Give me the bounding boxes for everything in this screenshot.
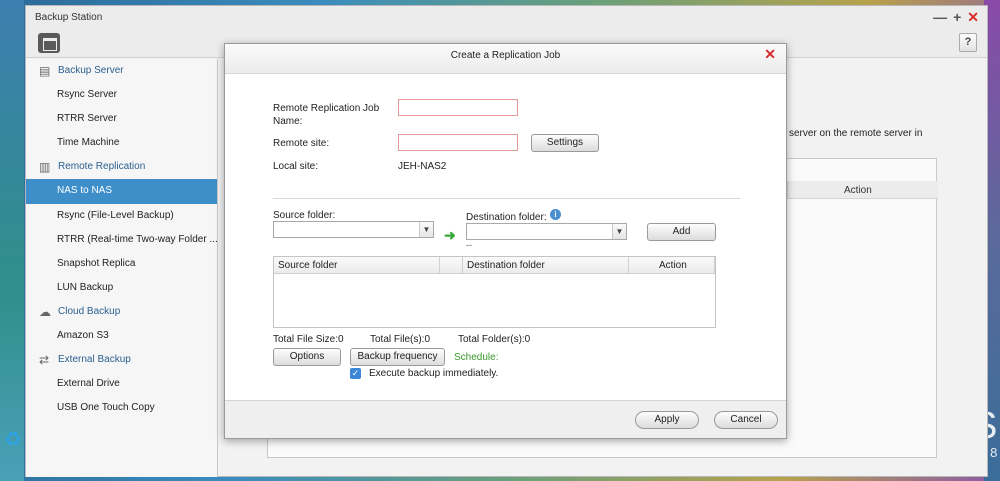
sidebar: ▤ Backup Server Rsync Server RTRR Server… xyxy=(26,59,218,477)
source-folder-select[interactable]: ▼ xyxy=(273,221,434,238)
maximize-icon[interactable]: + xyxy=(953,8,961,26)
sync-icon: ⇄ xyxy=(39,353,50,368)
sidebar-item-snapshot-replica[interactable]: Snapshot Replica xyxy=(26,252,217,276)
close-icon[interactable]: ✕ xyxy=(764,46,776,62)
server-icon: ▤ xyxy=(39,64,51,78)
destination-placeholder-dash: -- xyxy=(466,240,472,250)
schedule-label: Schedule: xyxy=(454,352,499,363)
column-header-action[interactable]: Action xyxy=(629,257,715,274)
sidebar-item-label: Backup Server xyxy=(58,65,124,76)
options-button[interactable]: Options xyxy=(273,348,341,366)
replication-icon: ▥ xyxy=(39,160,51,175)
sidebar-item-label: Remote Replication xyxy=(58,161,146,173)
column-header-destination-folder[interactable]: Destination folder xyxy=(463,257,629,274)
arrow-right-icon: ➜ xyxy=(444,227,456,243)
total-files: Total File(s):0 xyxy=(370,334,431,345)
cloud-icon: ☁ xyxy=(39,304,51,319)
sidebar-header-remote-replication[interactable]: ▥ Remote Replication xyxy=(26,155,217,179)
job-name-input[interactable] xyxy=(398,99,518,116)
sidebar-item-label: External Backup xyxy=(58,354,131,366)
help-button[interactable]: ? xyxy=(959,33,977,52)
column-header-spacer xyxy=(440,257,463,274)
sidebar-item-lun-backup[interactable]: LUN Backup xyxy=(26,276,217,300)
backup-frequency-button[interactable]: Backup frequency xyxy=(350,348,445,366)
sidebar-header-backup-server[interactable]: ▤ Backup Server xyxy=(26,59,217,83)
window-title: Backup Station xyxy=(35,12,103,23)
chevron-down-icon: ▼ xyxy=(612,224,626,239)
add-button[interactable]: Add xyxy=(647,223,716,241)
execute-immediately-label: Execute backup immediately. xyxy=(369,368,499,379)
column-header-source-folder[interactable]: Source folder xyxy=(274,257,440,274)
info-icon[interactable]: i xyxy=(550,209,561,220)
column-header-action: Action xyxy=(844,185,872,196)
sidebar-item-rsync-file-level[interactable]: Rsync (File-Level Backup) xyxy=(26,204,217,228)
window-controls: — + ✕ xyxy=(933,8,979,26)
minimize-icon[interactable]: — xyxy=(933,8,947,26)
sidebar-item-label: Cloud Backup xyxy=(58,305,121,317)
settings-button[interactable]: Settings xyxy=(531,134,599,152)
destination-folder-select[interactable]: ▼ xyxy=(466,223,627,240)
background-description-text: server on the remote server in xyxy=(789,128,923,139)
grid-header: Source folder Destination folder Action xyxy=(274,257,715,274)
cancel-button[interactable]: Cancel xyxy=(714,411,778,429)
recycle-bin-icon[interactable]: ♻ xyxy=(2,428,24,452)
desktop-left-edge xyxy=(0,0,24,481)
remote-site-input[interactable] xyxy=(398,134,518,151)
total-file-size: Total File Size:0 xyxy=(273,334,344,345)
remote-site-label: Remote site: xyxy=(273,138,330,149)
sidebar-item-time-machine[interactable]: Time Machine xyxy=(26,131,217,155)
total-folders: Total Folder(s):0 xyxy=(458,334,531,345)
window-titlebar: Backup Station xyxy=(26,6,987,30)
local-site-value: JEH-NAS2 xyxy=(398,161,447,172)
sidebar-header-external-backup[interactable]: ⇄ External Backup xyxy=(26,348,217,372)
sidebar-item-rtrr-server[interactable]: RTRR Server xyxy=(26,107,217,131)
close-icon[interactable]: ✕ xyxy=(967,8,979,26)
dialog-footer: Apply Cancel xyxy=(225,400,786,438)
chevron-down-icon: ▼ xyxy=(419,222,433,237)
job-name-label: Remote Replication Job Name: xyxy=(273,103,380,127)
folder-pair-grid: Source folder Destination folder Action xyxy=(273,256,716,328)
divider xyxy=(273,198,740,199)
background-table-header-action: Action xyxy=(788,181,938,199)
create-replication-job-dialog: Create a Replication Job ✕ Remote Replic… xyxy=(224,43,787,439)
local-site-label: Local site: xyxy=(273,161,319,172)
sidebar-item-usb-one-touch-copy[interactable]: USB One Touch Copy xyxy=(26,396,217,420)
dialog-title: Create a Replication Job xyxy=(225,44,786,74)
sidebar-item-rtrr[interactable]: RTRR (Real-time Two-way Folder ... xyxy=(26,228,217,252)
sidebar-item-amazon-s3[interactable]: Amazon S3 xyxy=(26,324,217,348)
sidebar-item-rsync-server[interactable]: Rsync Server xyxy=(26,83,217,107)
sidebar-item-nas-to-nas[interactable]: NAS to NAS xyxy=(26,179,217,204)
overview-icon[interactable] xyxy=(38,33,60,53)
sidebar-header-cloud-backup[interactable]: ☁ Cloud Backup xyxy=(26,300,217,324)
sidebar-item-external-drive[interactable]: External Drive xyxy=(26,372,217,396)
apply-button[interactable]: Apply xyxy=(635,411,699,429)
execute-immediately-checkbox[interactable]: ✓ xyxy=(350,368,361,379)
